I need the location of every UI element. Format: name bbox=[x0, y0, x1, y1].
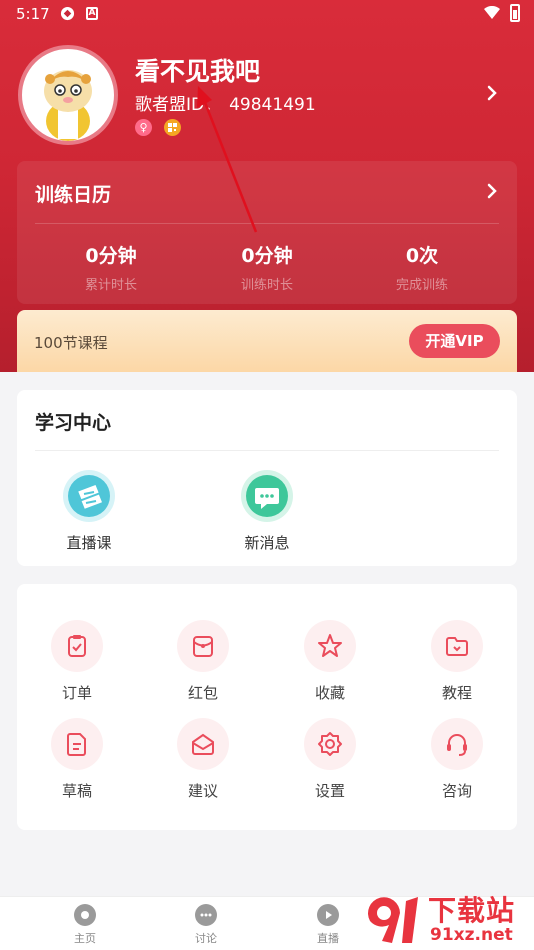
study-item-label: 新消息 bbox=[244, 534, 290, 552]
status-time: 5:17 bbox=[16, 5, 50, 23]
document-icon bbox=[51, 718, 103, 770]
new-messages-item[interactable]: 新消息 bbox=[222, 470, 312, 553]
grid-label: 红包 bbox=[187, 684, 218, 702]
discussion-icon bbox=[195, 904, 217, 926]
user-id-label: 歌者盟ID： bbox=[135, 95, 222, 115]
user-id-row: 歌者盟ID： 49841491 bbox=[135, 90, 324, 115]
training-calendar-card[interactable]: 训练日历 0分钟 累计时长 0分钟 训练时长 0次 完成训练 bbox=[17, 161, 517, 304]
home-icon bbox=[74, 904, 96, 926]
gear-icon bbox=[304, 718, 356, 770]
grid-label: 建议 bbox=[187, 782, 218, 800]
study-center-title: 学习中心 bbox=[35, 412, 112, 434]
battery-icon bbox=[510, 4, 520, 22]
gender-female-icon: ♀ bbox=[135, 119, 152, 136]
grid-label: 订单 bbox=[61, 684, 92, 702]
app-notification-icon bbox=[60, 6, 75, 21]
star-icon bbox=[304, 620, 356, 672]
study-divider bbox=[35, 450, 499, 451]
ticket-icon bbox=[63, 470, 115, 522]
tab-home[interactable]: 主页 bbox=[55, 904, 115, 946]
profile-chevron-right-icon[interactable] bbox=[484, 82, 500, 104]
stat-total-duration: 0分钟 累计时长 bbox=[41, 241, 181, 293]
grid-label: 收藏 bbox=[314, 684, 345, 702]
calendar-title: 训练日历 bbox=[35, 184, 112, 206]
stat-label: 累计时长 bbox=[84, 278, 137, 293]
watermark-url: 91xz.net bbox=[430, 925, 513, 945]
red-packet-icon bbox=[177, 620, 229, 672]
grid-item-favorites[interactable]: 收藏 bbox=[290, 620, 370, 703]
grid-item-orders[interactable]: 订单 bbox=[37, 620, 117, 703]
folder-icon bbox=[431, 620, 483, 672]
open-vip-button[interactable]: 开通VIP bbox=[409, 324, 500, 358]
grid-item-settings[interactable]: 设置 bbox=[290, 718, 370, 801]
stat-training-duration: 0分钟 训练时长 bbox=[197, 241, 337, 293]
tab-label: 讨论 bbox=[195, 932, 217, 945]
grid-item-suggestions[interactable]: 建议 bbox=[163, 718, 243, 801]
grid-item-consult[interactable]: 咨询 bbox=[417, 718, 497, 801]
grid-item-red-packet[interactable]: 红包 bbox=[163, 620, 243, 703]
stat-value: 0分钟 bbox=[241, 245, 293, 267]
grid-label: 教程 bbox=[441, 684, 472, 702]
watermark-logo-icon bbox=[368, 897, 418, 943]
calendar-divider bbox=[35, 223, 499, 224]
study-item-label: 直播课 bbox=[66, 534, 112, 552]
tab-label: 直播 bbox=[317, 932, 339, 945]
wifi-icon bbox=[484, 6, 500, 19]
play-icon bbox=[317, 904, 339, 926]
grid-item-drafts[interactable]: 草稿 bbox=[37, 718, 117, 801]
chat-icon bbox=[241, 470, 293, 522]
grid-item-tutorial[interactable]: 教程 bbox=[417, 620, 497, 703]
clipboard-icon bbox=[51, 620, 103, 672]
user-id-value: 49841491 bbox=[229, 95, 316, 115]
stat-value: 0分钟 bbox=[85, 245, 137, 267]
tab-live[interactable]: 直播 bbox=[298, 904, 358, 946]
stat-label: 训练时长 bbox=[240, 278, 293, 293]
hamster-avatar-icon bbox=[44, 70, 92, 141]
calendar-chevron-right-icon[interactable] bbox=[485, 181, 499, 201]
grid-label: 咨询 bbox=[441, 782, 472, 800]
qr-code-icon[interactable] bbox=[164, 119, 181, 136]
avatar[interactable] bbox=[18, 45, 118, 145]
vip-course-count: 100节课程 bbox=[34, 334, 108, 352]
services-grid-card: 订单 红包 收藏 教程 草稿 建议 设置 咨询 bbox=[17, 584, 517, 830]
watermark: 下载站 91xz.net bbox=[360, 887, 534, 950]
status-bar: 5:17 A bbox=[0, 0, 534, 28]
grid-label: 设置 bbox=[314, 782, 345, 800]
headset-icon bbox=[431, 718, 483, 770]
live-course-item[interactable]: 直播课 bbox=[44, 470, 134, 553]
tab-discussion[interactable]: 讨论 bbox=[176, 904, 236, 946]
stat-label: 完成训练 bbox=[395, 278, 448, 293]
mail-icon bbox=[177, 718, 229, 770]
grid-label: 草稿 bbox=[61, 782, 92, 800]
vip-banner: 100节课程 开通VIP bbox=[17, 310, 517, 372]
study-center-card: 学习中心 直播课 新消息 bbox=[17, 390, 517, 566]
stat-value: 0次 bbox=[405, 245, 439, 267]
app-a-icon: A bbox=[86, 7, 98, 20]
watermark-title: 下载站 bbox=[428, 894, 516, 927]
stat-completed-training: 0次 完成训练 bbox=[352, 241, 492, 293]
username: 看不见我吧 bbox=[135, 57, 261, 86]
tab-label: 主页 bbox=[74, 932, 96, 945]
